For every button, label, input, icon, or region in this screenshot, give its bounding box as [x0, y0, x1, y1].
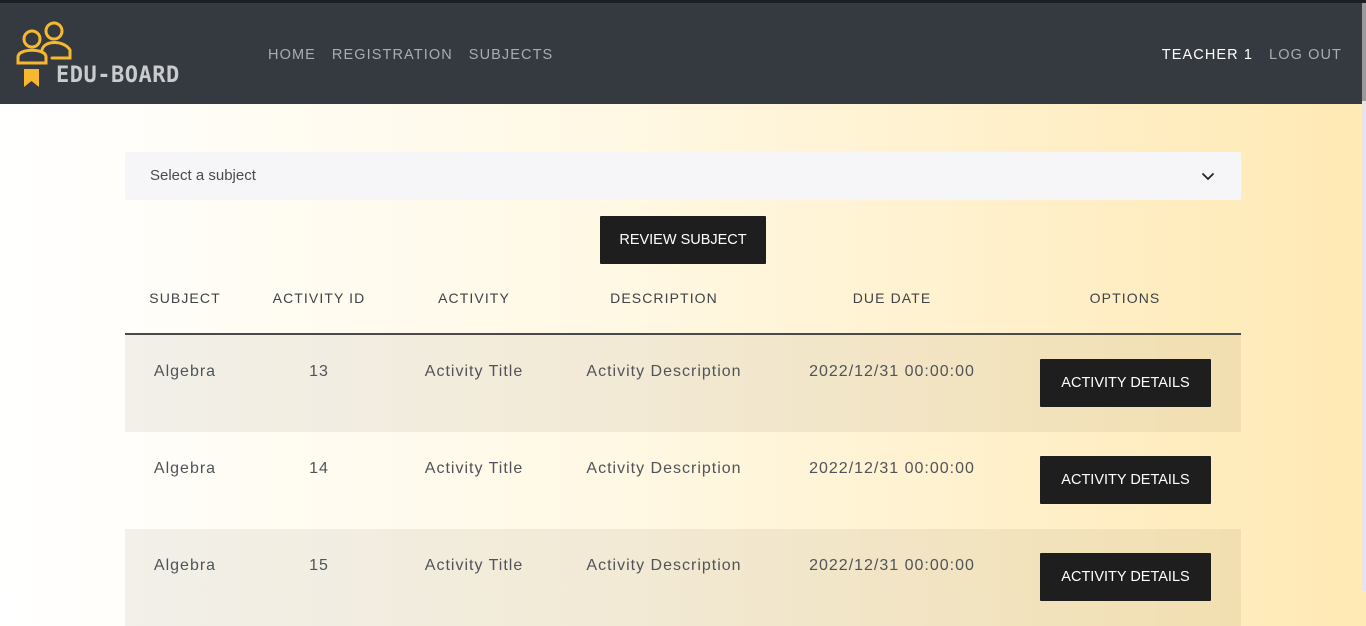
cell-activity: Activity Title: [424, 557, 524, 574]
main-nav: HOME REGISTRATION SUBJECTS: [268, 47, 553, 63]
chevron-down-icon: [1202, 173, 1214, 180]
scrollbar-thumb[interactable]: [1362, 3, 1366, 101]
table-row: Algebra 13 Activity Title Activity Descr…: [125, 335, 1241, 432]
nav-home[interactable]: HOME: [268, 47, 316, 63]
cell-activity-id: 13: [309, 363, 329, 380]
logout-link[interactable]: LOG OUT: [1269, 47, 1342, 63]
activity-details-button[interactable]: ACTIVITY DETAILS: [1040, 456, 1211, 504]
nav-registration[interactable]: REGISTRATION: [332, 47, 453, 63]
cell-description: Activity Description: [586, 460, 742, 477]
cell-description: Activity Description: [586, 557, 742, 574]
activity-details-button[interactable]: ACTIVITY DETAILS: [1040, 359, 1211, 407]
cell-activity: Activity Title: [424, 363, 524, 380]
activity-details-button[interactable]: ACTIVITY DETAILS: [1040, 553, 1211, 601]
table-header: SUBJECT ACTIVITY ID ACTIVITY DESCRIPTION…: [125, 275, 1241, 335]
brand-name: EDU-BOARD: [56, 63, 180, 88]
cell-subject: Algebra: [153, 557, 217, 574]
cell-activity: Activity Title: [424, 460, 524, 477]
user-nav: TEACHER 1 LOG OUT: [1162, 47, 1342, 63]
col-header-activity: ACTIVITY: [438, 290, 510, 306]
cell-description: Activity Description: [586, 363, 742, 380]
current-user-link[interactable]: TEACHER 1: [1162, 47, 1253, 63]
review-subject-button[interactable]: REVIEW SUBJECT: [600, 216, 766, 264]
cell-due-date: 2022/12/31 00:00:00: [809, 460, 975, 477]
col-header-description: DESCRIPTION: [610, 290, 718, 306]
cell-due-date: 2022/12/31 00:00:00: [809, 557, 975, 574]
brand-logo[interactable]: EDU-BOARD: [14, 17, 214, 97]
col-header-options: OPTIONS: [1089, 290, 1161, 306]
table-row: Algebra 14 Activity Title Activity Descr…: [125, 432, 1241, 529]
cell-subject: Algebra: [153, 460, 217, 477]
cell-activity-id: 15: [309, 557, 329, 574]
cell-subject: Algebra: [153, 363, 217, 380]
nav-subjects[interactable]: SUBJECTS: [469, 47, 554, 63]
activities-table: SUBJECT ACTIVITY ID ACTIVITY DESCRIPTION…: [125, 275, 1241, 626]
col-header-activity-id: ACTIVITY ID: [272, 290, 366, 306]
subject-select[interactable]: Select a subject: [125, 152, 1241, 200]
cell-due-date: 2022/12/31 00:00:00: [809, 363, 975, 380]
subject-select-value: Select a subject: [150, 167, 256, 184]
table-row: Algebra 15 Activity Title Activity Descr…: [125, 529, 1241, 626]
top-navbar: EDU-BOARD HOME REGISTRATION SUBJECTS TEA…: [0, 3, 1362, 104]
cell-activity-id: 14: [309, 460, 329, 477]
col-header-subject: SUBJECT: [149, 290, 221, 306]
col-header-due-date: DUE DATE: [852, 290, 932, 306]
